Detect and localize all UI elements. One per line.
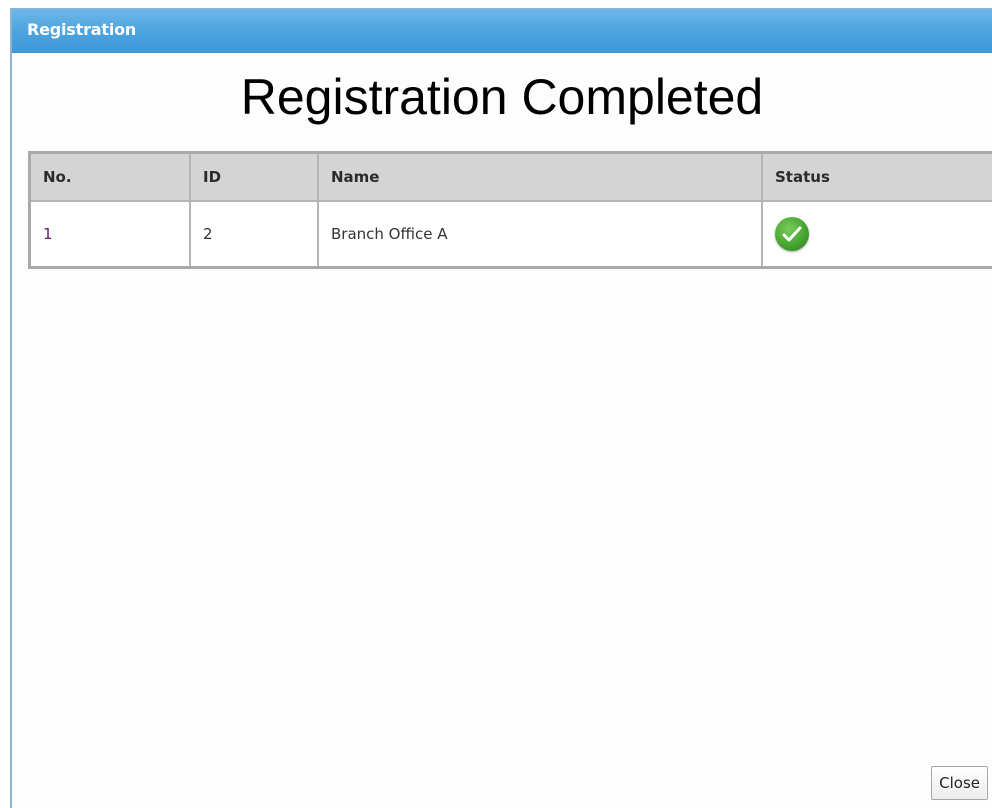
close-button[interactable]: Close xyxy=(931,766,988,800)
cell-name: Branch Office A xyxy=(317,200,763,269)
table-header-row: No. ID Name Status xyxy=(28,151,992,202)
dialog-title: Registration xyxy=(27,20,137,39)
page-title: Registration Completed xyxy=(240,69,764,125)
table-row[interactable]: 1 2 Branch Office A xyxy=(28,200,992,269)
cell-id: 2 xyxy=(189,200,319,269)
success-check-icon xyxy=(775,217,809,251)
column-header-id[interactable]: ID xyxy=(189,151,319,202)
registration-results-table: No. ID Name Status 1 2 Branch Office A xyxy=(28,151,992,269)
cell-no: 1 xyxy=(28,200,191,269)
column-header-status[interactable]: Status xyxy=(761,151,992,202)
cell-status xyxy=(761,200,992,269)
registration-dialog: Registration Registration Completed No. … xyxy=(10,8,992,808)
column-header-name[interactable]: Name xyxy=(317,151,763,202)
dialog-titlebar: Registration xyxy=(12,9,992,53)
column-header-no[interactable]: No. xyxy=(28,151,191,202)
